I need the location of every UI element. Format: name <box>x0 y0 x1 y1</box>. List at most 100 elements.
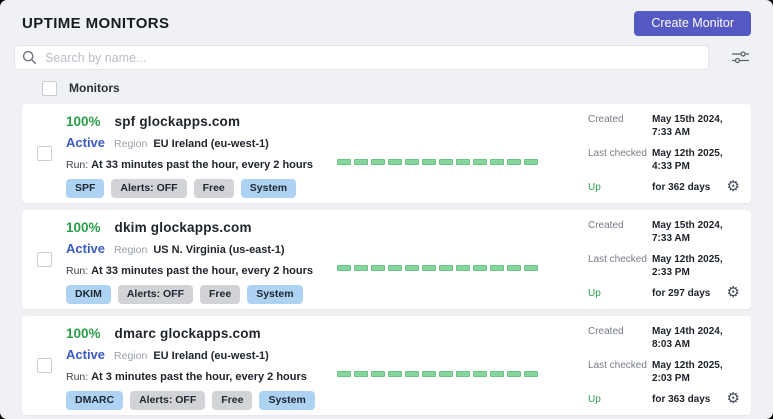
last-checked-value: May 12th 2025, 2:03 PM <box>652 359 740 385</box>
tag-system: System <box>259 391 314 410</box>
monitor-name[interactable]: dkim glockapps.com <box>115 220 252 236</box>
monitor-checkbox[interactable] <box>37 358 52 373</box>
tag-alerts-off: Alerts: OFF <box>118 285 193 304</box>
uptime-percent: 100% <box>66 326 101 342</box>
card-info: Created May 14th 2024, 8:03 AM Last chec… <box>588 325 740 414</box>
uptime-monitors-page: UPTIME MONITORS Create Monitor Monitors <box>0 0 773 419</box>
uptime-bar <box>337 159 538 165</box>
created-value: May 15th 2024, 7:33 AM <box>652 113 740 139</box>
region-label: Region <box>114 137 147 152</box>
uptime-bar-segment <box>507 265 521 271</box>
uptime-bar-segment <box>371 265 385 271</box>
uptime-bar-segment <box>473 159 487 165</box>
card-main: 100% spf glockapps.com Active Region EU … <box>66 104 313 203</box>
settings-gear-icon[interactable]: ⚙ <box>727 285 740 300</box>
run-label: Run: <box>66 371 88 383</box>
tag-free: Free <box>200 285 240 304</box>
last-checked-label: Last checked <box>588 253 652 279</box>
uptime-bar-segment <box>405 159 419 165</box>
select-all-checkbox[interactable] <box>42 81 57 96</box>
card-main: 100% dmarc glockapps.com Active Region E… <box>66 316 315 415</box>
uptime-bar-segment <box>456 265 470 271</box>
search-box <box>14 45 709 70</box>
monitor-card: 100% dkim glockapps.com Active Region US… <box>22 210 751 309</box>
search-icon <box>22 50 37 65</box>
monitor-card: 100% spf glockapps.com Active Region EU … <box>22 104 751 203</box>
tag-list: DKIMAlerts: OFFFreeSystem <box>66 285 313 304</box>
uptime-bar-segment <box>439 265 453 271</box>
region-label: Region <box>114 243 147 258</box>
last-checked-value: May 12th 2025, 4:33 PM <box>652 147 740 173</box>
up-label: Up <box>588 181 652 194</box>
uptime-bar-segment <box>354 265 368 271</box>
uptime-bar-segment <box>388 265 402 271</box>
tag-free: Free <box>212 391 252 410</box>
uptime-bar-segment <box>456 159 470 165</box>
page-title: UPTIME MONITORS <box>22 15 169 32</box>
filter-sliders-icon[interactable] <box>731 50 750 65</box>
search-input[interactable] <box>14 45 709 70</box>
tag-free: Free <box>194 179 234 198</box>
uptime-bar-segment <box>456 371 470 377</box>
card-checkbox-cell <box>22 210 66 309</box>
up-label: Up <box>588 393 652 406</box>
uptime-bar-segment <box>371 371 385 377</box>
last-checked-label: Last checked <box>588 359 652 385</box>
uptime-bar-segment <box>337 371 351 377</box>
created-label: Created <box>588 219 652 245</box>
uptime-bar-segment <box>422 265 436 271</box>
created-value: May 14th 2024, 8:03 AM <box>652 325 740 351</box>
monitor-name[interactable]: dmarc glockapps.com <box>115 326 261 342</box>
uptime-percent: 100% <box>66 114 101 130</box>
region-value: EU Ireland (eu-west-1) <box>153 137 269 152</box>
uptime-bar-segment <box>490 371 504 377</box>
uptime-bar-segment <box>507 159 521 165</box>
monitor-name[interactable]: spf glockapps.com <box>115 114 241 130</box>
tag-system: System <box>247 285 302 304</box>
status-badge: Active <box>66 135 105 150</box>
status-badge: Active <box>66 241 105 256</box>
list-header-label: Monitors <box>69 81 120 95</box>
card-info: Created May 15th 2024, 7:33 AM Last chec… <box>588 113 740 202</box>
uptime-bar-segment <box>405 371 419 377</box>
tag-alerts-off: Alerts: OFF <box>130 391 205 410</box>
region-value: EU Ireland (eu-west-1) <box>153 349 269 364</box>
uptime-bar-segment <box>490 159 504 165</box>
settings-gear-icon[interactable]: ⚙ <box>727 179 740 194</box>
uptime-percent: 100% <box>66 220 101 236</box>
status-badge: Active <box>66 347 105 362</box>
tag-spf: SPF <box>66 179 104 198</box>
uptime-bar-segment <box>422 159 436 165</box>
run-schedule: At 33 minutes past the hour, every 2 hou… <box>91 265 313 277</box>
uptime-bar-segment <box>405 265 419 271</box>
uptime-bar-segment <box>371 159 385 165</box>
uptime-bar-segment <box>354 371 368 377</box>
tag-system: System <box>241 179 296 198</box>
uptime-bar-segment <box>473 265 487 271</box>
run-label: Run: <box>66 265 88 277</box>
settings-gear-icon[interactable]: ⚙ <box>727 391 740 406</box>
uptime-bar-segment <box>524 371 538 377</box>
region-label: Region <box>114 349 147 364</box>
uptime-bar-segment <box>524 159 538 165</box>
uptime-bar-segment <box>507 371 521 377</box>
create-monitor-button[interactable]: Create Monitor <box>634 11 751 36</box>
monitor-checkbox[interactable] <box>37 252 52 267</box>
card-info: Created May 15th 2024, 7:33 AM Last chec… <box>588 219 740 308</box>
last-checked-value: May 12th 2025, 2:33 PM <box>652 253 740 279</box>
list-header: Monitors <box>42 79 773 97</box>
uptime-bar-segment <box>439 159 453 165</box>
run-schedule: At 33 minutes past the hour, every 2 hou… <box>91 159 313 171</box>
monitor-checkbox[interactable] <box>37 146 52 161</box>
uptime-bar-segment <box>388 159 402 165</box>
uptime-bar-segment <box>337 265 351 271</box>
tag-list: DMARCAlerts: OFFFreeSystem <box>66 391 315 410</box>
uptime-bar-segment <box>473 371 487 377</box>
uptime-bar-segment <box>354 159 368 165</box>
created-label: Created <box>588 113 652 139</box>
uptime-bar <box>337 265 538 271</box>
card-checkbox-cell <box>22 316 66 415</box>
search-row <box>14 45 750 70</box>
uptime-bar <box>337 371 538 377</box>
uptime-bar-segment <box>337 159 351 165</box>
